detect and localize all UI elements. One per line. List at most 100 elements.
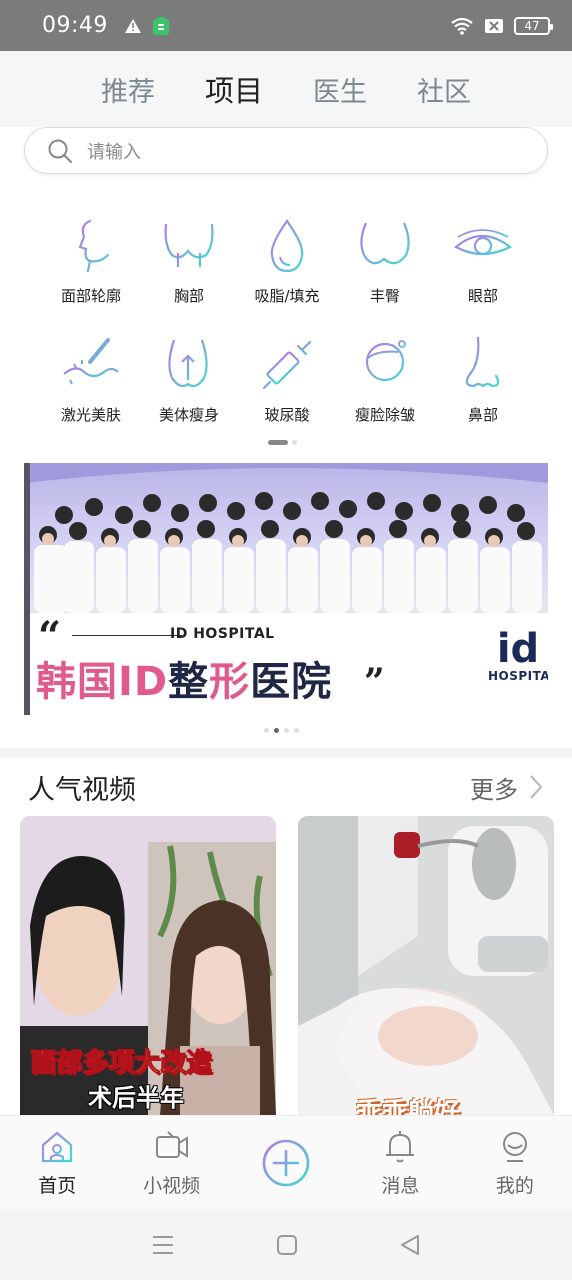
video-card[interactable]: 乖乖躺好	[298, 816, 554, 1115]
hospital-logo: id HOSPITA	[488, 629, 548, 683]
logo-text: HOSPITA	[488, 669, 548, 683]
banner-pager	[264, 728, 299, 733]
nav-label: 我的	[495, 1175, 534, 1197]
banner-divider	[72, 635, 182, 636]
nav-label: 小视频	[143, 1175, 201, 1197]
nav-short-video[interactable]: 小视频	[114, 1116, 228, 1209]
video-card[interactable]: 面部多项大改造 术后半年	[20, 816, 276, 1115]
bell-icon	[386, 1131, 415, 1163]
category-label: 眼部	[467, 287, 498, 305]
app-notification-icon	[152, 16, 169, 35]
category-chest[interactable]: 胸部	[140, 215, 238, 306]
video-thumbnail	[298, 816, 554, 1115]
menu-icon[interactable]	[151, 1234, 175, 1256]
logo-mark: id	[496, 626, 540, 672]
pager-dot	[294, 728, 299, 733]
search-placeholder: 请输入	[87, 141, 141, 163]
banner-side-strip	[24, 463, 30, 715]
category-nose[interactable]: 鼻部	[434, 334, 532, 425]
pager-dot	[264, 728, 269, 733]
category-hyaluronic[interactable]: 玻尿酸	[238, 334, 336, 425]
warning-icon	[124, 18, 141, 33]
category-label: 丰臀	[369, 287, 400, 305]
face-contour-icon	[78, 219, 110, 273]
profile-icon	[502, 1132, 527, 1162]
popular-videos-header: 人气视频 更多	[0, 758, 572, 816]
liposuction-drop-icon	[270, 219, 304, 273]
category-pager	[268, 440, 297, 445]
category-label: 玻尿酸	[264, 406, 310, 424]
category-label: 鼻部	[467, 406, 498, 424]
category-label: 面部轮廓	[60, 287, 121, 305]
bottom-nav-bar: 首页 小视频 消息 我的	[0, 1115, 572, 1209]
pager-dot-active	[274, 728, 279, 733]
banner-group-photo	[24, 463, 548, 613]
pager-dot-active	[268, 440, 288, 445]
category-grid: 面部轮廓 胸部 吸脂/填充 丰臀 眼部 激光美肤 美体瘦身 玻尿酸 瘦脸除皱 鼻…	[42, 215, 532, 425]
nose-icon	[465, 336, 500, 388]
banner-hospital-name: ID HOSPITAL	[170, 626, 275, 642]
battery-indicator: 47	[514, 16, 553, 35]
category-face-lift[interactable]: 瘦脸除皱	[336, 334, 434, 425]
category-label: 瘦脸除皱	[354, 406, 415, 424]
home-square-icon[interactable]	[276, 1234, 298, 1256]
section-title: 人气视频	[28, 774, 136, 806]
category-buttocks[interactable]: 丰臀	[336, 215, 434, 306]
nav-label: 首页	[38, 1175, 77, 1197]
video-caption: 乖乖躺好	[356, 1098, 461, 1115]
system-nav-bar	[0, 1209, 572, 1280]
syringe-icon	[262, 340, 312, 390]
category-body-slimming[interactable]: 美体瘦身	[140, 334, 238, 425]
category-label: 吸脂/填充	[254, 287, 320, 305]
video-caption: 面部多项大改造	[29, 1048, 213, 1079]
nav-add[interactable]	[229, 1116, 343, 1209]
nav-profile[interactable]: 我的	[458, 1116, 572, 1209]
banner-title: 韩国ID整形医院	[36, 649, 332, 707]
banner-title-part: 形	[209, 659, 251, 705]
tab-projects[interactable]: 项目	[205, 68, 263, 110]
nav-label: 消息	[381, 1175, 420, 1197]
nav-messages[interactable]: 消息	[343, 1116, 457, 1209]
battery-level: 47	[524, 18, 540, 33]
category-liposuction[interactable]: 吸脂/填充	[238, 215, 336, 306]
tab-community[interactable]: 社区	[417, 70, 471, 109]
plus-icon	[262, 1139, 310, 1186]
banner-title-part: 整	[168, 659, 210, 705]
laser-skin-icon	[63, 338, 119, 385]
no-sim-icon	[485, 18, 503, 33]
pager-dot	[292, 440, 297, 445]
wifi-icon	[451, 17, 473, 35]
category-label: 美体瘦身	[158, 406, 219, 424]
tab-doctors[interactable]: 医生	[313, 70, 367, 109]
search-input[interactable]: 请输入	[24, 127, 548, 174]
status-bar: 09:49 47	[0, 0, 572, 51]
nav-home[interactable]: 首页	[0, 1116, 114, 1209]
home-icon	[42, 1131, 73, 1163]
search-icon	[48, 139, 73, 163]
video-camera-icon	[155, 1131, 188, 1158]
face-lift-icon	[365, 340, 406, 386]
staff-group-image	[24, 463, 548, 613]
category-eye[interactable]: 眼部	[434, 215, 532, 306]
eye-icon	[454, 229, 513, 256]
pager-dot	[284, 728, 289, 733]
section-divider	[0, 748, 572, 758]
video-caption: 术后半年	[88, 1084, 184, 1112]
banner-title-part: 医院	[250, 659, 333, 705]
more-label: 更多	[470, 775, 518, 804]
category-face-contour[interactable]: 面部轮廓	[42, 215, 140, 306]
back-icon[interactable]	[399, 1234, 421, 1256]
promo-banner[interactable]: “ ID HOSPITAL 韩国ID整形医院 ” id HOSPITA	[24, 463, 548, 715]
more-button[interactable]: 更多	[470, 770, 544, 805]
status-time: 09:49	[42, 13, 108, 38]
body-slimming-icon	[168, 339, 208, 388]
category-laser-skin[interactable]: 激光美肤	[42, 334, 140, 425]
category-label: 激光美肤	[60, 406, 121, 424]
chevron-right-icon	[530, 775, 543, 799]
category-label: 胸部	[173, 287, 204, 305]
banner-title-part: 韩国	[36, 659, 118, 705]
top-tab-bar: 推荐 项目 医生 社区	[0, 51, 572, 127]
chest-icon	[164, 223, 214, 267]
banner-title-part: ID	[118, 659, 169, 705]
tab-recommend[interactable]: 推荐	[101, 70, 155, 109]
